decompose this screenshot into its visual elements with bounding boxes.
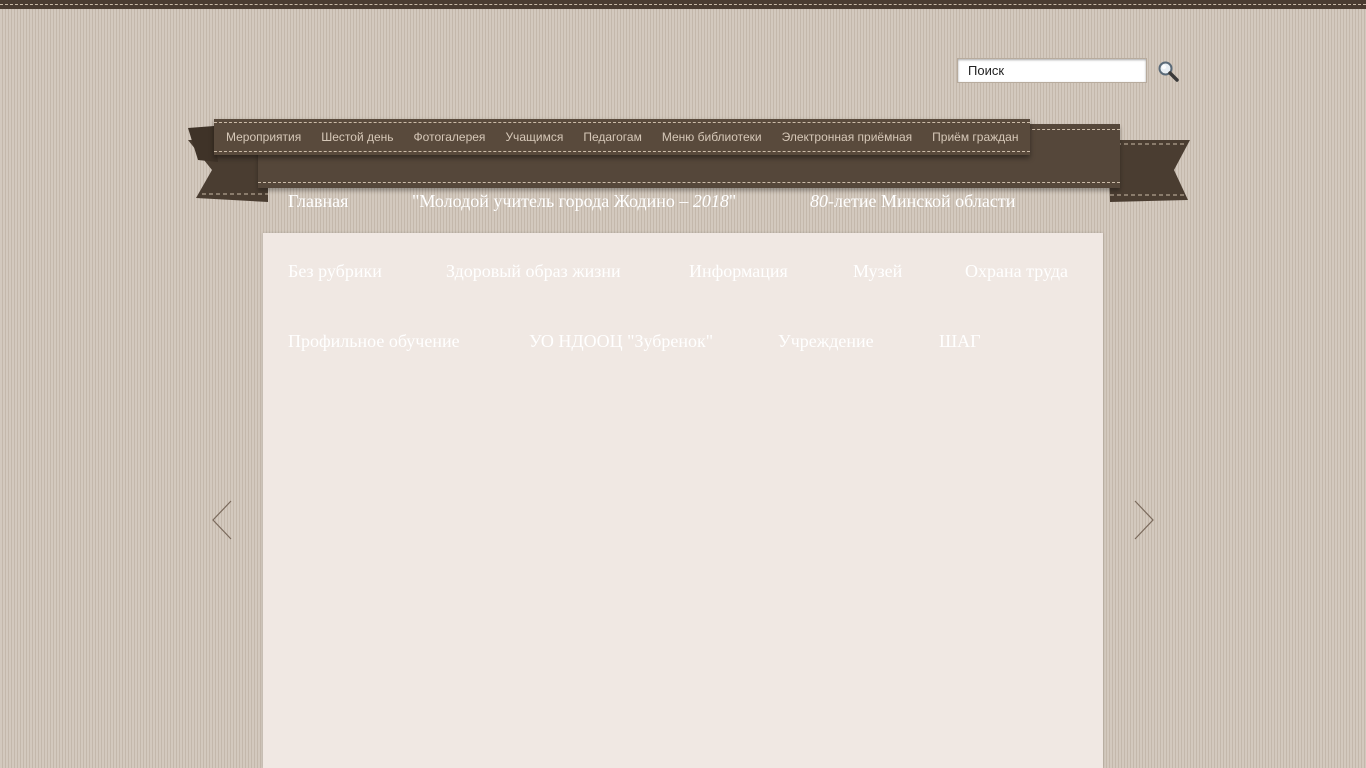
nav-item-library-menu[interactable]: Меню библиотеки (652, 119, 772, 155)
young-teacher-text: Молодой учитель города Жодино – (419, 191, 693, 211)
category-information[interactable]: Информация (689, 261, 788, 281)
category-zubrenok[interactable]: УО НДООЦ "Зубренок" (529, 331, 713, 351)
category-minsk-anniversary[interactable]: 80-летие Минской области (810, 191, 1015, 211)
category-labor-safety[interactable]: Охрана труда (965, 261, 1068, 281)
nav-item-students[interactable]: Учащимся (495, 119, 573, 155)
search-input[interactable] (958, 59, 1146, 82)
category-no-rubric[interactable]: Без рубрики (288, 261, 382, 281)
nav-item-photo-gallery[interactable]: Фотогалерея (404, 119, 496, 155)
nav-item-citizen-reception[interactable]: Приём граждан (922, 119, 1028, 155)
ribbon-tail-right (1108, 140, 1190, 202)
slider-prev-button[interactable] (211, 500, 233, 540)
category-healthy-lifestyle[interactable]: Здоровый образ жизни (446, 261, 621, 281)
chevron-right-icon (1134, 500, 1154, 540)
slider-next-button[interactable] (1133, 500, 1155, 540)
category-museum[interactable]: Музей (853, 261, 902, 281)
nav-item-events[interactable]: Мероприятия (216, 119, 311, 155)
nav-item-sixth-day[interactable]: Шестой день (311, 119, 403, 155)
quote-close: " (728, 191, 737, 211)
minsk-text: летие Минской области (834, 191, 1016, 211)
chevron-left-icon (212, 500, 232, 540)
top-navigation: Мероприятия Шестой день Фотогалерея Учащ… (214, 119, 1030, 155)
category-institution[interactable]: Учреждение (778, 331, 874, 351)
top-decorative-strip (0, 0, 1366, 9)
minsk-number: 80- (810, 191, 834, 211)
category-home[interactable]: Главная (288, 191, 348, 211)
category-shag[interactable]: ШАГ (939, 331, 981, 351)
nav-item-teachers[interactable]: Педагогам (573, 119, 652, 155)
search-box (957, 58, 1147, 83)
top-navigation-bar: Мероприятия Шестой день Фотогалерея Учащ… (214, 119, 1030, 155)
young-teacher-year: 2018 (692, 191, 729, 211)
search-button[interactable] (1157, 60, 1179, 82)
magnifier-icon (1158, 61, 1179, 82)
category-young-teacher[interactable]: "Молодой учитель города Жодино – 2018" (412, 191, 736, 211)
nav-item-e-reception[interactable]: Электронная приёмная (772, 119, 923, 155)
content-panel (263, 233, 1103, 768)
category-profile-education[interactable]: Профильное обучение (288, 331, 460, 351)
